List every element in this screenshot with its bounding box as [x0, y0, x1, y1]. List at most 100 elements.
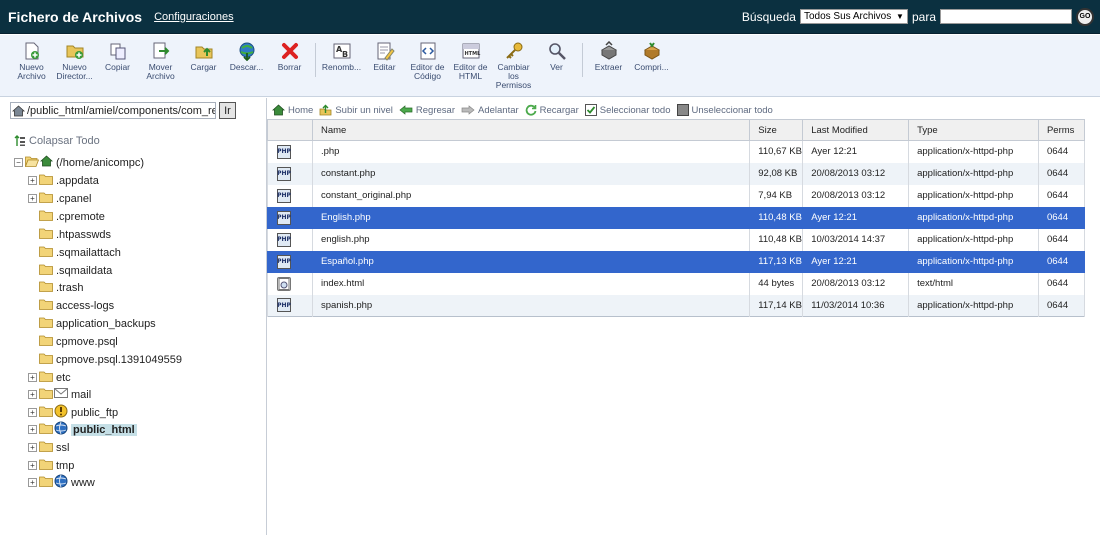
tree-node[interactable]: .trash: [28, 279, 84, 296]
toolbar-rename-button[interactable]: A B Renomb...: [320, 41, 363, 72]
table-row[interactable]: PHP spanish.php 117,14 KB 11/03/2014 10:36 a…: [267, 294, 1086, 317]
path-input[interactable]: /public_html/amiel/components/com_rea: [10, 102, 216, 119]
collapse-all-button[interactable]: Colapsar Todo: [14, 135, 100, 147]
go-path-button[interactable]: Ir: [219, 102, 236, 119]
table-row[interactable]: index.html 44 bytes 20/08/2013 03:12 text/h…: [267, 272, 1086, 295]
file-name[interactable]: English.php: [311, 206, 751, 229]
tree-node[interactable]: .sqmailattach: [28, 244, 121, 261]
go-button[interactable]: GO: [1076, 7, 1094, 26]
column-header-size[interactable]: Size: [749, 119, 804, 141]
expand-icon[interactable]: +: [28, 478, 37, 487]
file-perms[interactable]: 0644: [1037, 294, 1086, 317]
tree-node[interactable]: access-logs: [28, 297, 114, 314]
toolbar-permissions-button[interactable]: Cambiar los Permisos: [492, 41, 535, 90]
file-perms[interactable]: 0644: [1037, 162, 1086, 185]
expand-icon[interactable]: +: [28, 461, 37, 470]
table-row[interactable]: PHP Español.php 117,13 KB Ayer 12:21 applica…: [267, 250, 1086, 273]
expand-icon[interactable]: +: [28, 373, 37, 382]
tree-node[interactable]: + public_ftp: [28, 404, 118, 421]
tree-node[interactable]: + mail: [28, 386, 91, 403]
toolbar-delete-button[interactable]: Borrar: [268, 41, 311, 72]
file-icon-cell[interactable]: PHP: [267, 140, 313, 163]
tree-node[interactable]: + ssl: [28, 439, 69, 456]
nav-back-arrow[interactable]: Regresar: [399, 105, 455, 116]
toolbar-new-file-button[interactable]: Nuevo Archivo: [10, 41, 53, 81]
tree-node[interactable]: + public_html: [28, 421, 137, 438]
expand-icon[interactable]: +: [28, 176, 37, 185]
column-header-type[interactable]: Type: [908, 119, 1039, 141]
tree-node[interactable]: − (/home/anicompc): [14, 154, 144, 171]
expand-icon[interactable]: +: [28, 425, 37, 434]
file-perms[interactable]: 0644: [1037, 140, 1086, 163]
folder-icon: [39, 370, 53, 385]
tree-node[interactable]: .htpasswds: [28, 226, 111, 243]
expand-icon[interactable]: +: [28, 408, 37, 417]
toolbar-code-editor-button[interactable]: Editor de Código: [406, 41, 449, 81]
tree-node[interactable]: cpmove.psql: [28, 333, 118, 350]
table-row[interactable]: PHP constant_original.php 7,94 KB 20/08/201…: [267, 184, 1086, 207]
tree-node[interactable]: + tmp: [28, 457, 74, 474]
toolbar-download-button[interactable]: Descar...: [225, 41, 268, 72]
file-name[interactable]: constant_original.php: [311, 184, 751, 207]
file-perms[interactable]: 0644: [1037, 250, 1086, 273]
search-input[interactable]: [940, 9, 1072, 24]
toolbar-move-button[interactable]: Mover Archivo: [139, 41, 182, 81]
column-header-modified[interactable]: Last Modified: [802, 119, 910, 141]
nav-select-all[interactable]: Seleccionar todo: [584, 104, 671, 116]
toolbar-extract-button[interactable]: Extraer: [587, 41, 630, 72]
toolbar-new-folder-button[interactable]: Nuevo Director...: [53, 41, 96, 81]
collapse-all-label: Colapsar Todo: [29, 135, 100, 147]
collapse-node-icon[interactable]: −: [14, 158, 23, 167]
expand-icon[interactable]: +: [28, 443, 37, 452]
file-icon-cell[interactable]: PHP: [267, 228, 313, 251]
new-folder-icon: [65, 41, 85, 61]
tree-node[interactable]: + .appdata: [28, 172, 99, 189]
table-row[interactable]: PHP english.php 110,48 KB 10/03/2014 14:37 a…: [267, 228, 1086, 251]
file-name[interactable]: constant.php: [311, 162, 751, 185]
column-header-perms[interactable]: Perms: [1037, 119, 1086, 141]
toolbar-upload-button[interactable]: Cargar: [182, 41, 225, 72]
nav-home[interactable]: Home: [272, 104, 313, 116]
file-name[interactable]: .php: [311, 140, 751, 163]
nav-unselect-all[interactable]: Unseleccionar todo: [676, 104, 773, 116]
tree-node[interactable]: + www: [28, 474, 95, 491]
toolbar-edit-button[interactable]: Editar: [363, 41, 406, 72]
file-icon-cell[interactable]: [267, 272, 313, 295]
tree-node[interactable]: + .cpanel: [28, 190, 91, 207]
toolbar-view-button[interactable]: Ver: [535, 41, 578, 72]
column-header-name[interactable]: Name: [311, 119, 751, 141]
file-name[interactable]: Español.php: [311, 250, 751, 273]
search-scope-select[interactable]: Todos Sus Archivos ▼: [799, 9, 908, 24]
table-row[interactable]: PHP .php 110,67 KB Ayer 12:21 application/x-…: [267, 140, 1086, 163]
tree-node[interactable]: cpmove.psql.1391049559: [28, 351, 182, 368]
tree-node[interactable]: application_backups: [28, 315, 156, 332]
tree-node[interactable]: + etc: [28, 369, 71, 386]
file-name[interactable]: english.php: [311, 228, 751, 251]
file-icon-cell[interactable]: PHP: [267, 184, 313, 207]
file-icon-cell[interactable]: PHP: [267, 250, 313, 273]
table-row[interactable]: PHP English.php 110,48 KB Ayer 12:21 applica…: [267, 206, 1086, 229]
file-icon-cell[interactable]: PHP: [267, 294, 313, 317]
icon-column-header[interactable]: [267, 119, 313, 141]
nav-forward-arrow[interactable]: Adelantar: [461, 105, 519, 116]
file-perms[interactable]: 0644: [1037, 272, 1086, 295]
tree-node[interactable]: .cpremote: [28, 208, 105, 225]
settings-link[interactable]: Configuraciones: [154, 11, 234, 23]
expand-icon[interactable]: +: [28, 194, 37, 203]
file-icon-cell[interactable]: PHP: [267, 206, 313, 229]
file-perms[interactable]: 0644: [1037, 184, 1086, 207]
table-row[interactable]: PHP constant.php 92,08 KB 20/08/2013 03:12 a…: [267, 162, 1086, 185]
file-name[interactable]: index.html: [311, 272, 751, 295]
expand-icon[interactable]: +: [28, 390, 37, 399]
file-name[interactable]: spanish.php: [311, 294, 751, 317]
toolbar-compress-button[interactable]: Compri...: [630, 41, 673, 72]
tree-node[interactable]: .sqmaildata: [28, 262, 112, 279]
file-icon-cell[interactable]: PHP: [267, 162, 313, 185]
file-perms[interactable]: 0644: [1037, 206, 1086, 229]
nav-up-level[interactable]: Subir un nivel: [319, 104, 393, 116]
toolbar-button-label: Cargar: [190, 62, 217, 72]
file-perms[interactable]: 0644: [1037, 228, 1086, 251]
toolbar-html-editor-button[interactable]: HTML Editor de HTML: [449, 41, 492, 81]
toolbar-copy-button[interactable]: Copiar: [96, 41, 139, 72]
nav-reload[interactable]: Recargar: [525, 104, 579, 116]
